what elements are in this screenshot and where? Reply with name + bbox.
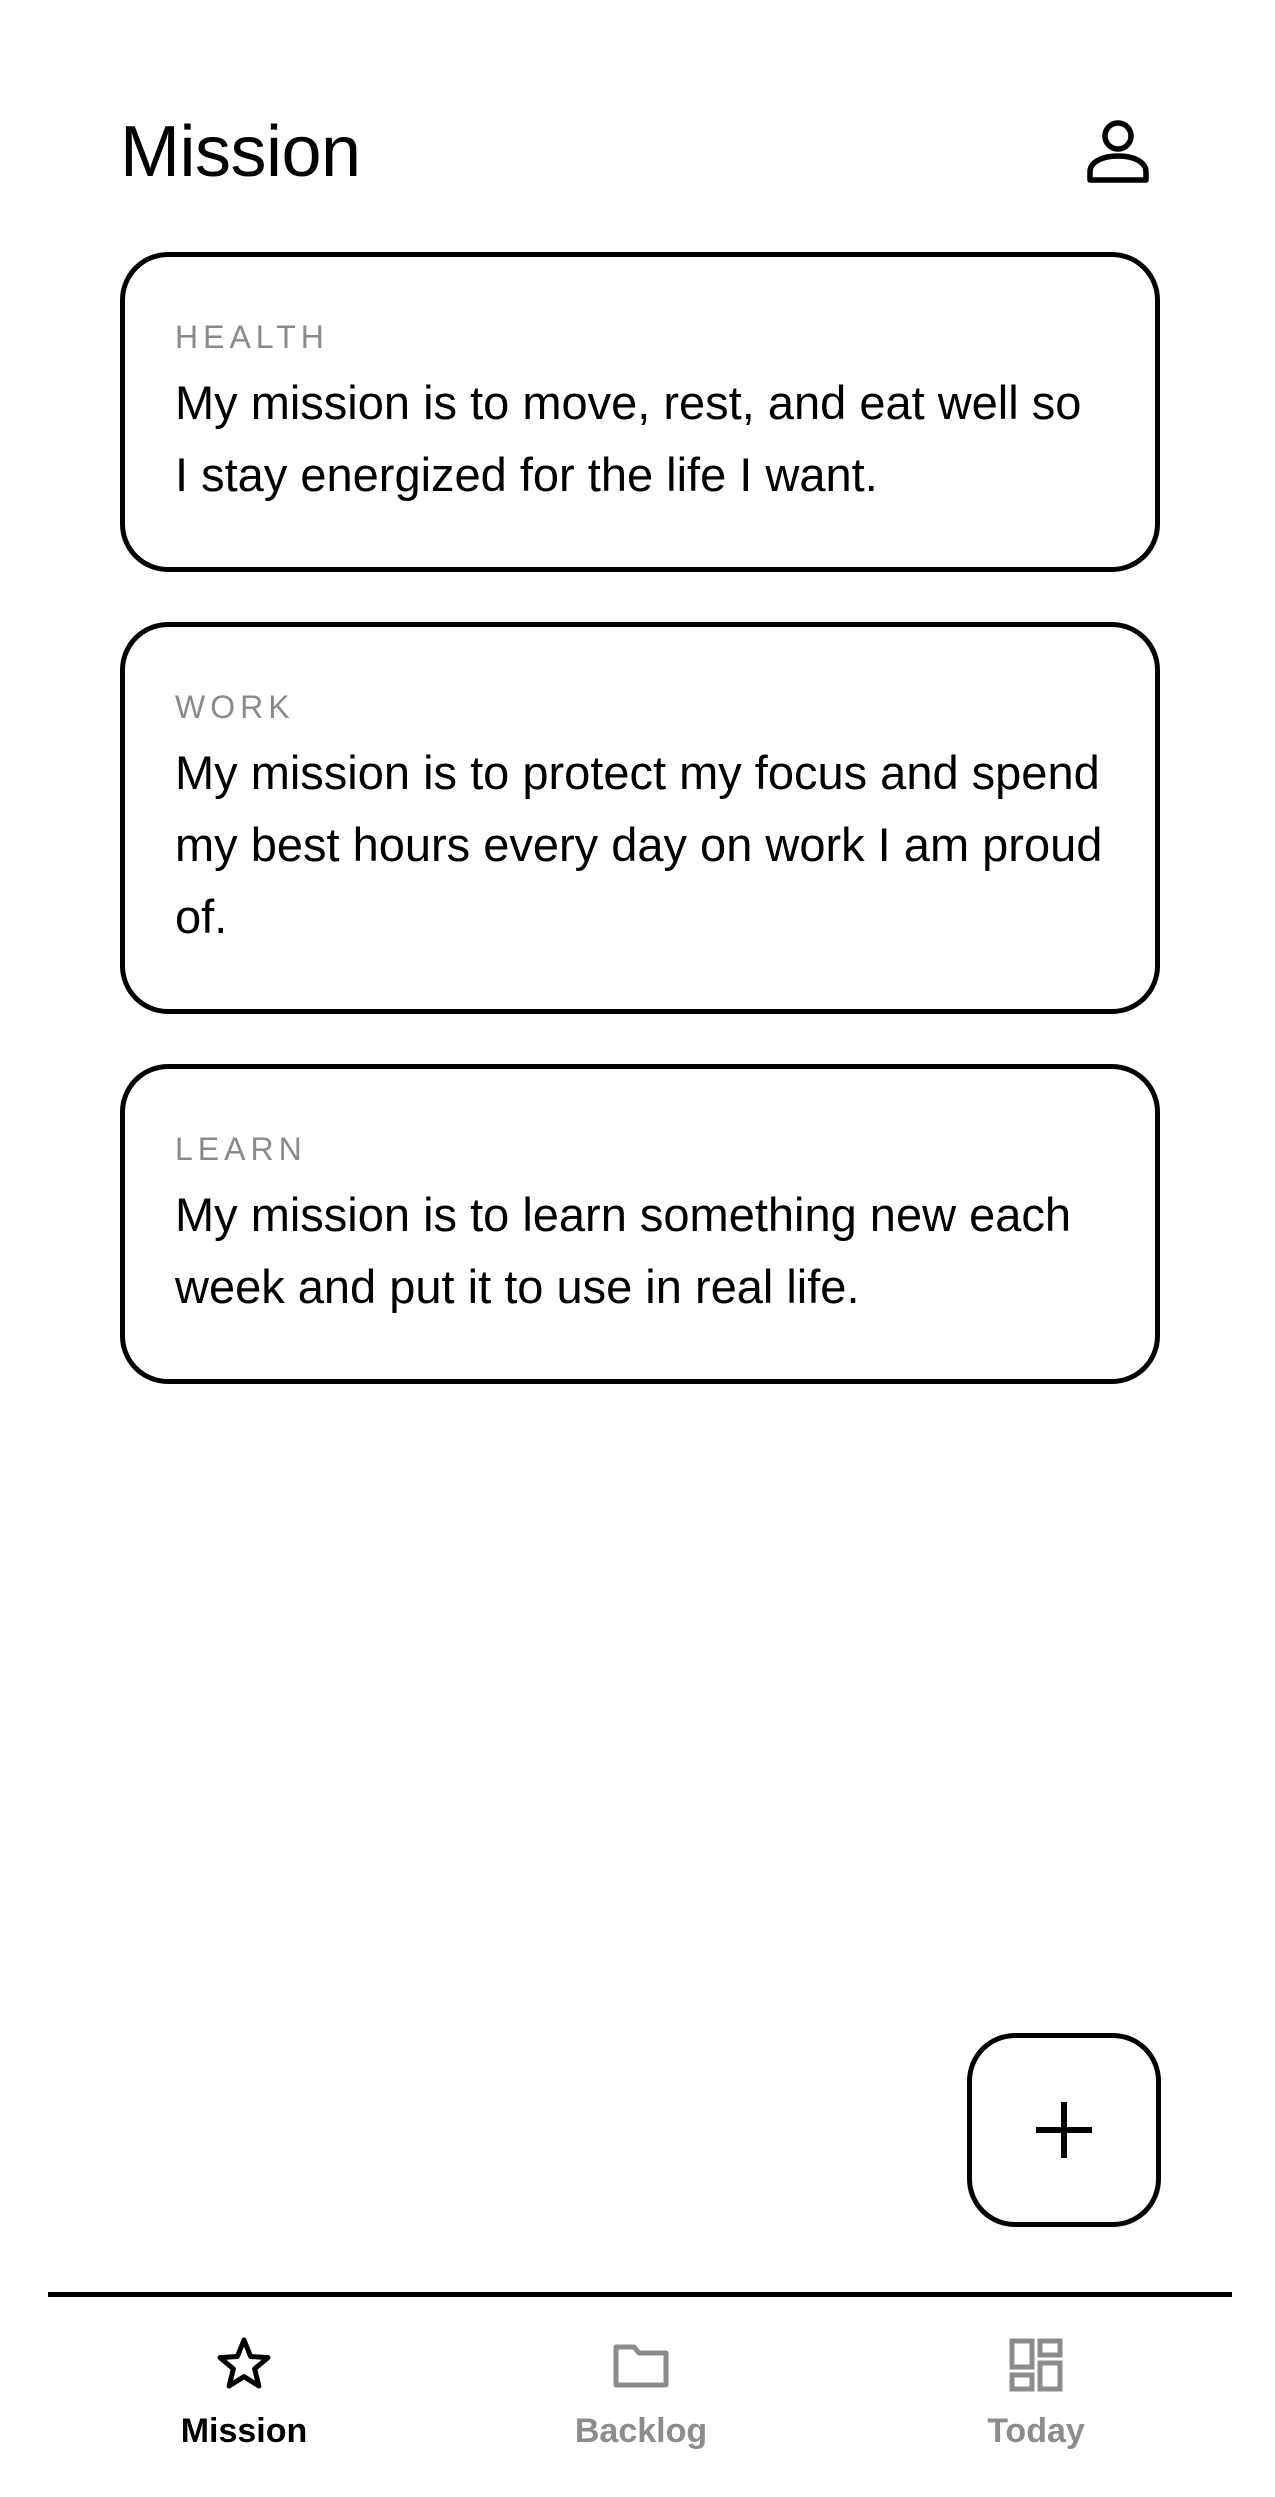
mission-card-text: My mission is to move, rest, and eat wel… [175,376,1082,501]
mission-card-work[interactable]: WORK My mission is to protect my focus a… [120,622,1160,1014]
tab-backlog[interactable]: Backlog [491,2333,791,2463]
mission-card-label: WORK [175,689,295,725]
tab-label: Today [987,2412,1085,2450]
mission-card-label: LEARN [175,1131,307,1167]
profile-button[interactable] [1076,110,1160,194]
tab-today[interactable]: Today [886,2333,1186,2463]
dashboard-icon [1004,2333,1068,2397]
mission-card-text: My mission is to protect my focus and sp… [175,746,1103,943]
mission-card-label: HEALTH [175,319,329,355]
mission-card-text: My mission is to learn something new eac… [175,1188,1072,1313]
bottom-tab-bar: Mission Backlog Today [48,2292,1232,2497]
tab-label: Mission [180,2412,308,2450]
tab-mission[interactable]: Mission [94,2333,394,2463]
mission-list: HEALTH My mission is to move, rest, and … [120,252,1160,1434]
page-title: Mission [120,112,361,192]
tab-label: Backlog [574,2412,708,2450]
app-header: Mission [120,100,1160,204]
person-icon [1087,120,1149,183]
plus-icon [1036,2102,1092,2158]
add-mission-button[interactable] [967,2033,1161,2227]
mission-card-health[interactable]: HEALTH My mission is to move, rest, and … [120,252,1160,572]
mission-card-learn[interactable]: LEARN My mission is to learn something n… [120,1064,1160,1384]
star-icon [212,2333,276,2397]
folder-icon [609,2333,673,2397]
